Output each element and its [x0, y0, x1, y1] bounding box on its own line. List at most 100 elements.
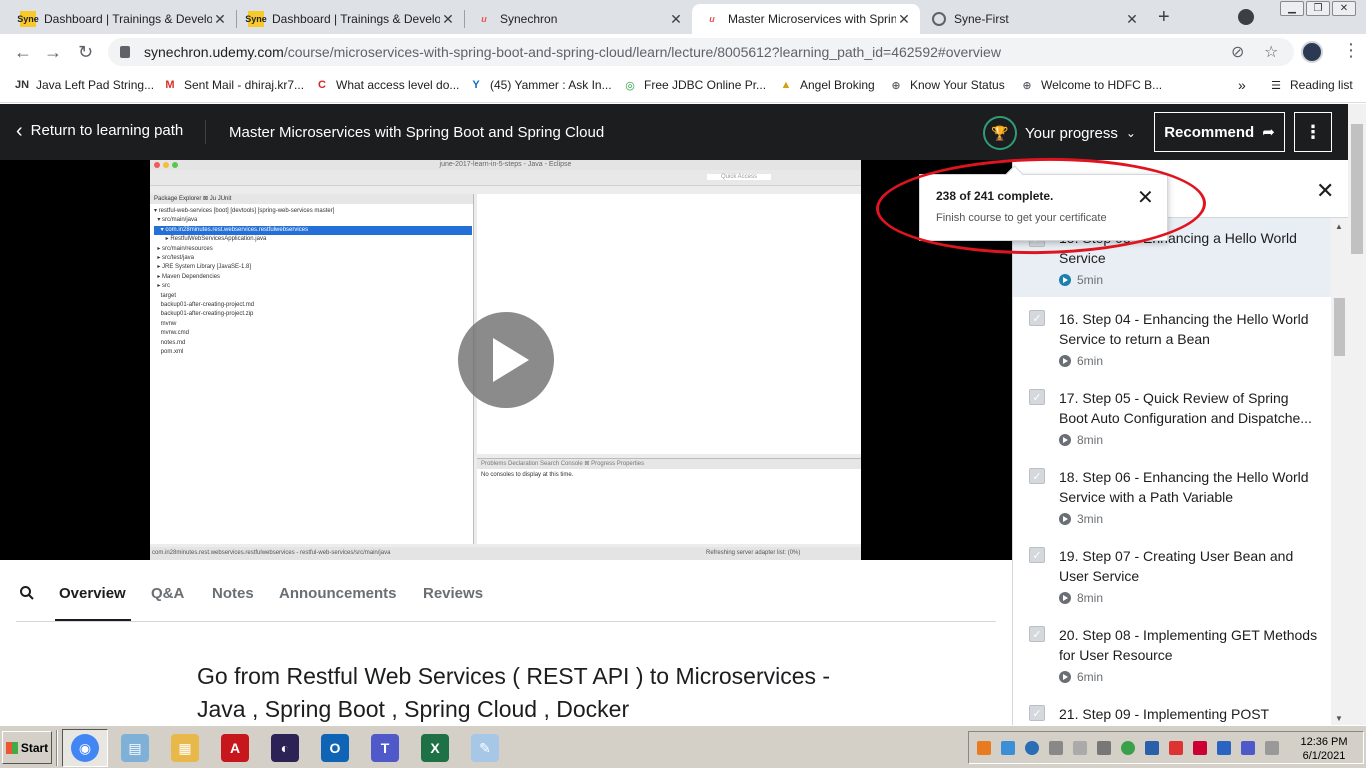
close-popover-icon[interactable]: ✕	[1137, 185, 1154, 210]
tab-close-icon[interactable]: ✕	[896, 11, 912, 28]
excel-icon[interactable]: X	[412, 729, 458, 767]
tray-teams-icon[interactable]	[1241, 741, 1255, 755]
lecture-title: 21. Step 09 - Implementing POST	[1059, 706, 1270, 722]
bookmark-item[interactable]: ◎ Free JDBC Online Pr...	[622, 77, 766, 93]
new-tab-button[interactable]: +	[1158, 6, 1170, 29]
page-scroll-thumb[interactable]	[1351, 124, 1363, 254]
bookmark-item[interactable]: ⊕ Know Your Status	[888, 77, 1004, 93]
tray-signal-icon[interactable]	[1097, 741, 1111, 755]
lecture-complete-checkbox[interactable]: ✓	[1029, 468, 1045, 484]
lecture-duration: 8min	[1077, 591, 1104, 605]
lecture-complete-checkbox[interactable]: ✓	[1029, 389, 1045, 405]
play-circle-icon	[1059, 434, 1071, 446]
reload-icon[interactable]: ↻	[78, 42, 93, 63]
bookmark-item[interactable]: ▲ Angel Broking	[778, 77, 875, 93]
browser-tab[interactable]: u Synechron ✕	[464, 4, 692, 34]
tab-qa[interactable]: Q&A	[151, 585, 184, 602]
bookmark-item[interactable]: M Sent Mail - dhiraj.kr7...	[162, 77, 304, 93]
lecture-item[interactable]: ✓ 16. Step 04 - Enhancing the Hello World…	[1013, 297, 1333, 376]
bookmark-item[interactable]: ⊕ Welcome to HDFC B...	[1019, 77, 1162, 93]
browser-tab[interactable]: Syne Dashboard | Trainings & Develop ✕	[236, 4, 464, 34]
play-button[interactable]	[458, 312, 554, 408]
tab-notes[interactable]: Notes	[212, 585, 254, 602]
tray-chat-icon[interactable]	[1121, 741, 1135, 755]
tab-close-icon[interactable]: ✕	[440, 11, 456, 28]
browser-tab[interactable]: u Master Microservices with Sprin ✕	[692, 4, 920, 34]
browser-tab[interactable]: Syne Dashboard | Trainings & Develop ✕	[8, 4, 236, 34]
tab-close-icon[interactable]: ✕	[1124, 11, 1140, 28]
sidebar-scroll-thumb[interactable]	[1334, 298, 1345, 356]
reading-list-button[interactable]: ☰ Reading list	[1268, 77, 1353, 93]
start-button[interactable]: Start	[2, 731, 52, 764]
tray-sync-icon[interactable]	[1025, 741, 1039, 755]
eclipse-icon[interactable]: ◐	[262, 729, 308, 767]
browser-tab-title: Dashboard | Trainings & Develop	[44, 12, 212, 26]
back-icon[interactable]: ←	[14, 42, 32, 63]
bookmark-item[interactable]: C What access level do...	[314, 77, 459, 93]
minimize-icon[interactable]: ▁	[1280, 1, 1304, 16]
close-sidebar-icon[interactable]: ✕	[1316, 178, 1334, 204]
lecture-complete-checkbox[interactable]: ✓	[1029, 547, 1045, 563]
video-player[interactable]: june-2017-learn-in-5-steps - Java - Ecli…	[0, 160, 1012, 560]
bookmark-item[interactable]: Y (45) Yammer : Ask In...	[468, 77, 611, 93]
tab-search-icon[interactable]	[1238, 9, 1254, 25]
tray-security-icon[interactable]	[1169, 741, 1183, 755]
teams-icon[interactable]: T	[362, 729, 408, 767]
scroll-down-arrow-icon[interactable]: ▼	[1335, 714, 1343, 723]
page-scrollbar[interactable]	[1348, 104, 1366, 725]
tray-antivirus-icon[interactable]	[1193, 741, 1207, 755]
sidebar-scrollbar[interactable]: ▲ ▼	[1331, 218, 1348, 725]
tracking-blocked-icon[interactable]: ⊘	[1231, 42, 1244, 62]
teams-icon-glyph: T	[371, 734, 399, 762]
tab-reviews[interactable]: Reviews	[423, 585, 483, 602]
lecture-item[interactable]: ✓ 18. Step 06 - Enhancing the Hello World…	[1013, 455, 1333, 534]
return-to-learning-path-link[interactable]: ‹ Return to learning path	[16, 121, 183, 141]
outlook-icon[interactable]: O	[312, 729, 358, 767]
lecture-item[interactable]: ✓ 17. Step 05 - Quick Review of Spring Boo…	[1013, 376, 1333, 455]
search-icon[interactable]	[20, 586, 34, 600]
tab-close-icon[interactable]: ✕	[212, 11, 228, 28]
profile-avatar[interactable]	[1301, 41, 1323, 63]
lecture-title: 19. Step 07 - Creating User Bean and	[1059, 548, 1294, 564]
lecture-item[interactable]: ✓ 19. Step 07 - Creating User Bean and Use…	[1013, 534, 1333, 613]
lecture-title: 16. Step 04 - Enhancing the Hello World	[1059, 311, 1309, 327]
tab-close-icon[interactable]: ✕	[668, 11, 684, 28]
bookmark-item[interactable]: JN Java Left Pad String...	[14, 77, 154, 93]
forward-icon[interactable]: →	[44, 42, 62, 63]
tray-ime-icon[interactable]	[1145, 741, 1159, 755]
lecture-complete-checkbox[interactable]: ✓	[1029, 310, 1045, 326]
window-close-icon[interactable]: ✕	[1332, 1, 1356, 16]
more-options-button[interactable]: ⋮	[1294, 112, 1332, 152]
explorer-icon[interactable]: ▦	[162, 729, 208, 767]
tray-flag-icon[interactable]	[1265, 741, 1279, 755]
lecture-item[interactable]: ✓ 20. Step 08 - Implementing GET Methods f…	[1013, 613, 1333, 692]
paint-icon[interactable]: ✎	[462, 729, 508, 767]
your-progress-button[interactable]: 🏆 Your progress ⌄	[983, 116, 1136, 150]
system-clock[interactable]: 12:36 PM 6/1/2021	[1289, 735, 1359, 763]
bookmark-star-icon[interactable]: ☆	[1264, 42, 1278, 62]
bookmarks-overflow-icon[interactable]: »	[1238, 77, 1246, 93]
url-field[interactable]: synechron.udemy.com/course/microservices…	[108, 38, 1294, 66]
eclipse-icon-glyph: ◐	[271, 734, 299, 762]
acrobat-icon[interactable]: A	[212, 729, 258, 767]
tab-announcements[interactable]: Announcements	[279, 585, 397, 602]
browser-tab-title: Synechron	[500, 12, 558, 26]
browser-tab[interactable]: Syne-First ✕	[920, 4, 1148, 34]
tab-overview[interactable]: Overview	[59, 585, 126, 602]
browser-menu-icon[interactable]: ⋮	[1342, 40, 1360, 61]
scroll-up-arrow-icon[interactable]: ▲	[1335, 222, 1343, 231]
lecture-complete-checkbox[interactable]: ✓	[1029, 626, 1045, 642]
notepad-icon[interactable]: ▤	[112, 729, 158, 767]
recommend-button[interactable]: Recommend ➦	[1154, 112, 1285, 152]
tray-battery-icon[interactable]	[1049, 741, 1063, 755]
tray-volume-icon[interactable]	[1073, 741, 1087, 755]
tray-java-icon[interactable]	[977, 741, 991, 755]
restore-icon[interactable]: ❐	[1306, 1, 1330, 16]
console-text: No consoles to display at this time.	[481, 472, 574, 478]
lecture-complete-checkbox[interactable]: ✓	[1029, 705, 1045, 721]
tray-onedrive-icon[interactable]	[1217, 741, 1231, 755]
tray-network-icon[interactable]	[1001, 741, 1015, 755]
chrome-icon[interactable]: ◉	[62, 729, 108, 767]
acrobat-icon-glyph: A	[221, 734, 249, 762]
lecture-item[interactable]: ✓ 21. Step 09 - Implementing POST	[1013, 692, 1333, 725]
